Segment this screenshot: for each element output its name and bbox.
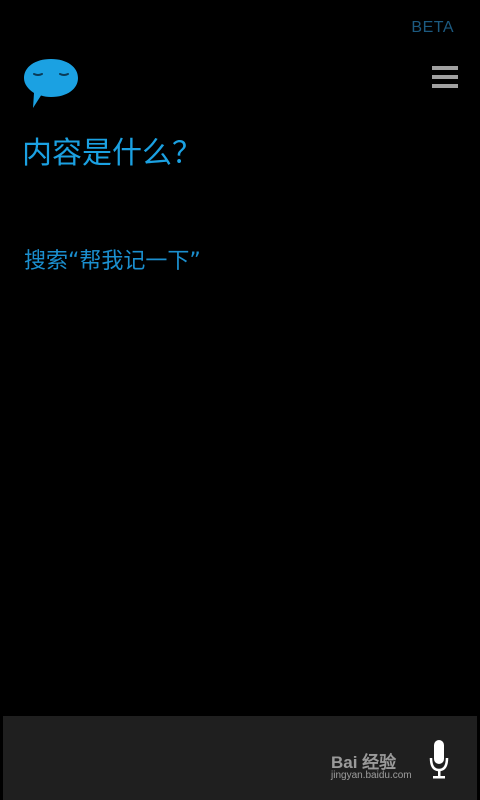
speech-bubble-face-icon [24, 59, 78, 108]
menu-line [432, 84, 458, 88]
watermark-url: jingyan.baidu.com [331, 770, 412, 781]
search-suggestion[interactable]: 搜索“帮我记一下” [24, 243, 201, 275]
microphone-icon[interactable] [429, 740, 449, 780]
menu-line [432, 75, 458, 79]
menu-line [432, 66, 458, 70]
bottom-bar: Bai 经验 jingyan.baidu.com [3, 716, 477, 800]
beta-label: BETA [411, 19, 454, 36]
hamburger-menu-icon[interactable] [432, 66, 458, 92]
question-text: 内容是什么？ [22, 136, 202, 171]
